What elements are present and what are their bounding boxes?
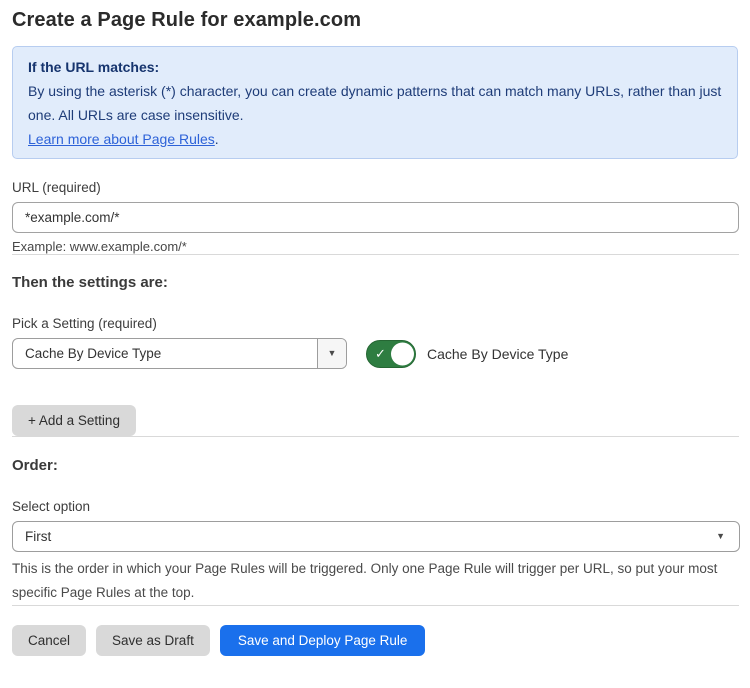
order-select-value: First <box>13 529 51 544</box>
info-box-heading: If the URL matches: <box>28 55 722 79</box>
setting-select-value: Cache By Device Type <box>13 346 317 361</box>
setting-select-arrow-button[interactable]: ▼ <box>317 339 346 368</box>
toggle-label: Cache By Device Type <box>427 346 568 362</box>
info-box-link-line: Learn more about Page Rules. <box>28 127 722 151</box>
url-match-info-box: If the URL matches: By using the asteris… <box>12 46 738 159</box>
url-label: URL (required) <box>12 180 739 195</box>
divider <box>12 254 739 255</box>
cancel-button[interactable]: Cancel <box>12 625 86 656</box>
check-icon: ✓ <box>375 346 386 362</box>
info-box-body: By using the asterisk (*) character, you… <box>28 79 722 127</box>
add-setting-button[interactable]: + Add a Setting <box>12 405 136 436</box>
setting-select[interactable]: Cache By Device Type ▼ <box>12 338 347 369</box>
toggle-knob <box>391 342 414 365</box>
page-title: Create a Page Rule for example.com <box>12 7 739 33</box>
divider <box>12 436 739 437</box>
divider <box>12 605 739 606</box>
cache-device-toggle[interactable]: ✓ <box>366 340 416 368</box>
footer-actions: Cancel Save as Draft Save and Deploy Pag… <box>12 625 739 656</box>
url-input[interactable] <box>12 202 739 233</box>
order-select[interactable]: First ▼ <box>12 521 740 552</box>
order-section-heading: Order: <box>12 457 739 475</box>
pick-setting-label: Pick a Setting (required) <box>12 316 739 331</box>
order-select-label: Select option <box>12 499 739 514</box>
order-description: This is the order in which your Page Rul… <box>12 557 727 605</box>
url-example-helper: Example: www.example.com/* <box>12 239 739 254</box>
settings-section-heading: Then the settings are: <box>12 274 739 292</box>
setting-row: Cache By Device Type ▼ ✓ Cache By Device… <box>12 338 739 369</box>
save-deploy-button[interactable]: Save and Deploy Page Rule <box>220 625 426 656</box>
save-draft-button[interactable]: Save as Draft <box>96 625 210 656</box>
link-suffix: . <box>215 131 219 147</box>
chevron-down-icon: ▼ <box>328 349 337 358</box>
chevron-down-icon: ▼ <box>716 532 739 541</box>
create-page-rule-form: Create a Page Rule for example.com If th… <box>0 0 750 656</box>
learn-more-link[interactable]: Learn more about Page Rules <box>28 131 215 147</box>
